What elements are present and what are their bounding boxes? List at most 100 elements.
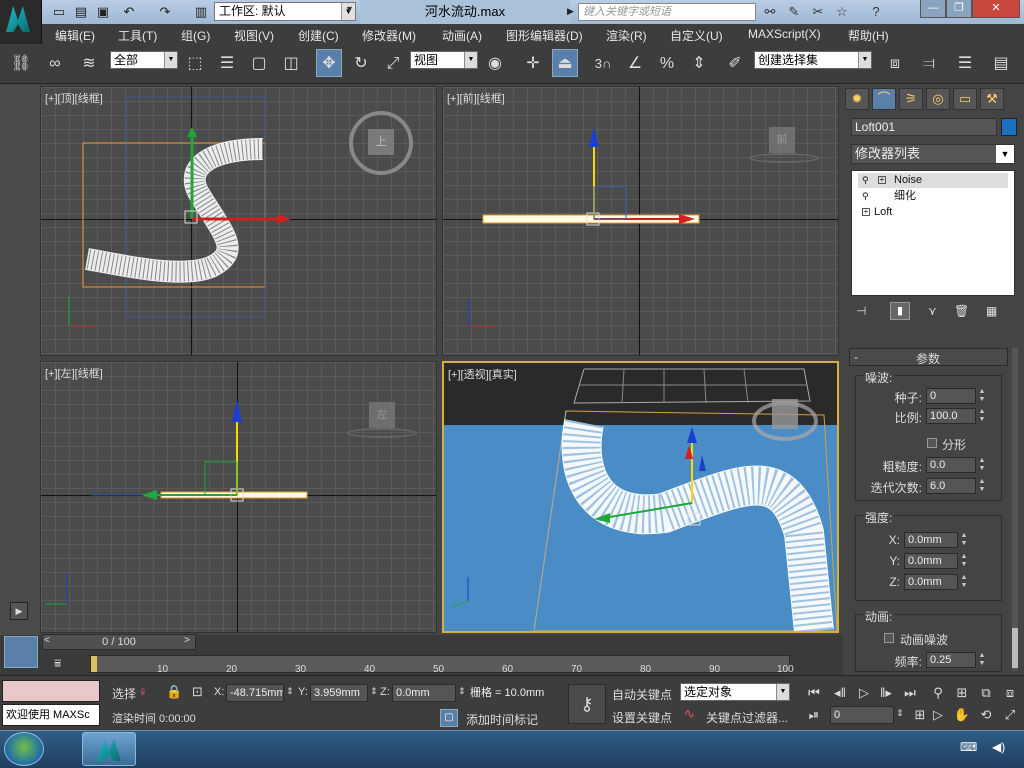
redo-icon[interactable]: ↷ [156,3,174,20]
zoom-all-icon[interactable]: ⊞ [952,684,972,702]
tools-icon[interactable]: ✂ [808,3,828,21]
scale-icon[interactable]: ⤢ [380,50,406,78]
taskbar-3dsmax[interactable] [82,732,136,766]
auto-key-button[interactable]: 自动关键点 [612,686,672,703]
pin-stack-icon[interactable]: ⊣ [856,304,866,318]
time-tag-icon[interactable]: ▢ [440,709,458,727]
go-to-start-icon[interactable]: ⏮ [804,684,824,702]
fractal-checkbox[interactable] [927,438,937,448]
viewport-perspective[interactable]: [+][透视][真实] [442,361,839,633]
zoom-extents-icon[interactable]: ⧉ [976,684,996,702]
app-logo-button[interactable] [0,0,42,44]
angle-snap-icon[interactable]: ∠ [622,50,648,78]
maximize-viewport-icon[interactable]: ⤢ [1000,706,1020,724]
animate-noise-checkbox[interactable] [884,633,894,643]
spinner-arrows-icon[interactable]: ▲ ▼ [977,457,987,473]
pan-icon[interactable]: ✋ [952,706,972,724]
keyboard-shortcut-override-icon[interactable]: ⏏ [552,49,578,77]
lightbulb-icon[interactable]: ⚲ [862,189,869,204]
pivot-center-icon[interactable]: ◉ [482,50,508,78]
utilities-tab-icon[interactable]: ⚒ [980,88,1004,110]
frequency-spinner[interactable]: 0.25 ▲ ▼ [926,652,985,668]
project-folder-icon[interactable]: ▥ [192,3,210,20]
seed-spinner[interactable]: 0 ▲ ▼ [926,388,985,404]
viewcube[interactable]: 左 [369,402,395,428]
search-input[interactable]: 键入关键字或短语 [578,3,756,21]
spinner-arrows-icon[interactable]: ▲ ▼ [977,478,987,494]
y-coordinate-field[interactable]: 3.959mm [310,684,368,702]
expand-arrow-icon[interactable]: ▶ [567,6,574,17]
spinner-snap-icon[interactable]: ⇕ [686,50,712,78]
help-icon[interactable]: ? [866,3,886,21]
object-name-field[interactable]: Loft001 [851,118,997,136]
configure-modifier-sets-icon[interactable]: ▦ [986,304,997,318]
viewport-top[interactable]: 上 [+][顶][线框] [40,86,437,356]
expand-icon[interactable]: + [878,176,886,184]
next-key-icon[interactable]: ‖▸ [876,684,896,702]
spinner-arrows-icon[interactable]: ▲ ▼ [977,652,987,668]
zoom-icon[interactable]: ⚲ [928,684,948,702]
spinner-arrows-icon[interactable]: ⇕ [370,686,378,697]
z-coordinate-field[interactable]: 0.0mm [392,684,456,702]
menu-graph-editors[interactable]: 图形编辑器(D) [506,27,583,44]
link-icon[interactable]: ⛓ [8,50,34,78]
add-time-tag-label[interactable]: 添加时间标记 [466,711,538,728]
bind-space-warp-icon[interactable]: ≋ [76,50,102,78]
spinner-arrows-icon[interactable]: ⇕ [896,708,904,719]
curve-editor-icon[interactable]: ⩸ [54,656,61,671]
viewport-layout-icon[interactable] [4,636,38,668]
layer-manager-icon[interactable]: ☰ [952,50,978,78]
iterations-spinner[interactable]: 6.0 ▲ ▼ [926,478,985,494]
viewport-left[interactable]: 左 [+][左][线框] [40,361,437,633]
current-frame-field[interactable]: 0 [830,706,894,724]
menu-rendering[interactable]: 渲染(R) [606,27,647,44]
spinner-arrows-icon[interactable]: ⇕ [286,686,294,697]
menu-edit[interactable]: 编辑(E) [55,27,95,44]
spinner-arrows-icon[interactable]: ▲ ▼ [977,408,987,424]
restore-button[interactable]: ❐ [946,0,972,18]
workspace-dropdown[interactable]: 工作区: 默认 ▼ [214,2,356,21]
communication-icon[interactable]: ✎ [784,3,804,21]
spinner-arrows-icon[interactable]: ⇕ [458,686,466,697]
maxscript-listener[interactable]: 欢迎使用 MAXSc [2,704,100,726]
percent-snap-icon[interactable]: % [654,50,680,78]
make-unique-icon[interactable]: ⋎ [928,304,937,318]
snap-toggle-icon[interactable]: 3∩ [590,50,616,78]
mirror-icon[interactable]: ⧈ [882,50,908,78]
volume-icon[interactable]: ◀) [992,740,1005,754]
move-icon[interactable]: ✥ [316,49,342,77]
viewport-front[interactable]: 前 [+][前][线框] [442,86,839,356]
key-filters-button[interactable]: 关键点过滤器... [706,709,788,726]
viewport-label[interactable]: [+][顶][线框] [45,90,103,106]
hierarchy-tab-icon[interactable]: ⚞ [899,88,923,110]
save-file-icon[interactable]: ▣ [94,3,112,20]
unlink-icon[interactable]: ∞ [42,50,68,78]
field-of-view-icon[interactable]: ▷ [928,706,948,724]
stack-item-tessellate[interactable]: ⚲ 细化 [858,189,1008,204]
play-animation-icon[interactable]: ▷ [854,684,874,702]
time-slider[interactable]: 0 / 100 [42,634,196,650]
set-key-icon[interactable]: ⚷ [568,684,606,724]
spinner-arrows-icon[interactable]: ▲ ▼ [977,388,987,404]
key-mode-icon[interactable]: ⏯ [804,706,824,724]
scale-spinner[interactable]: 100.0 ▲ ▼ [926,408,985,424]
viewport-label[interactable]: [+][前][线框] [447,90,505,106]
select-by-name-icon[interactable]: ☰ [214,50,240,78]
scrollbar-thumb[interactable] [1012,628,1018,668]
spinner-arrows-icon[interactable]: ▲ ▼ [959,553,969,569]
stack-item-noise[interactable]: ⚲ + Noise [858,173,1008,188]
undo-icon[interactable]: ↶ [120,3,138,20]
modifier-stack[interactable]: ⚲ + Noise ⚲ 细化 + Loft [851,170,1015,296]
viewport-label[interactable]: [+][透视][真实] [448,366,517,382]
menu-group[interactable]: 组(G) [181,27,210,44]
strength-z-spinner[interactable]: 0.0mm ▲ ▼ [904,574,967,590]
viewcube[interactable]: 前 [769,127,795,153]
roughness-spinner[interactable]: 0.0 ▲ ▼ [926,457,985,473]
remove-modifier-icon[interactable]: 🗑 [954,304,969,318]
display-tab-icon[interactable]: ▭ [953,88,977,110]
strength-y-spinner[interactable]: 0.0mm ▲ ▼ [904,553,967,569]
keyboard-icon[interactable]: ⌨ [960,740,977,754]
chevron-down-icon[interactable]: ▼ [345,4,354,14]
set-key-button[interactable]: 设置关键点 [612,709,672,726]
x-coordinate-field[interactable]: -48.715mm [226,684,284,702]
